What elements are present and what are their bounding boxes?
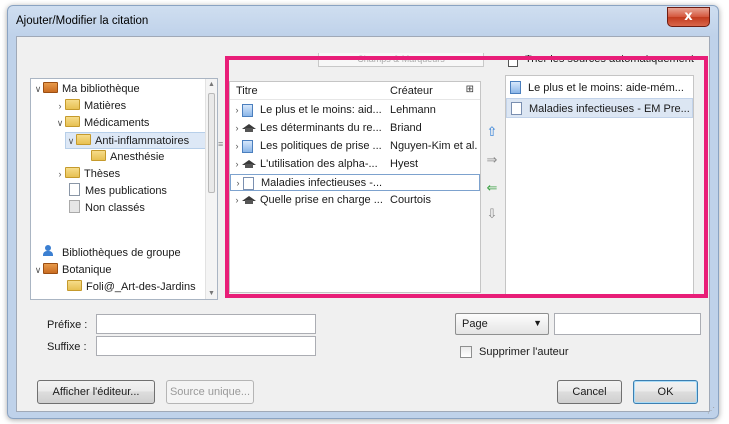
- tree-item-medicaments[interactable]: ∨ Médicaments: [55, 115, 149, 132]
- tree-item-anesthesie[interactable]: Anesthésie: [91, 149, 164, 166]
- column-creator[interactable]: Créateur: [390, 85, 433, 97]
- scrollbar-thumb[interactable]: [208, 93, 215, 193]
- library-icon: [43, 263, 58, 274]
- prefix-label: Préfixe :: [47, 319, 88, 331]
- thesis-icon: [242, 158, 256, 170]
- document-icon: [511, 102, 522, 115]
- suppress-author-label: Supprimer l'auteur: [479, 346, 569, 358]
- library-icon: [43, 82, 58, 93]
- folder-icon: [76, 134, 91, 145]
- locator-type-select[interactable]: Page ▼: [455, 313, 549, 335]
- tree-scrollbar[interactable]: ▲ ▼: [205, 79, 217, 299]
- item-row[interactable]: › L'utilisation des alpha-... Hyest: [230, 156, 480, 173]
- move-down-icon[interactable]: ⇩: [485, 207, 499, 222]
- suffix-input[interactable]: [96, 336, 316, 356]
- item-row[interactable]: › Quelle prise en charge ... Courtois: [230, 192, 480, 209]
- cancel-button[interactable]: Cancel: [557, 380, 622, 404]
- title-bar[interactable]: Ajouter/Modifier la citation x: [8, 6, 718, 36]
- item-row[interactable]: › Le plus et le moins: aid... Lehmann: [230, 102, 480, 119]
- collapse-icon[interactable]: ›: [233, 175, 243, 192]
- auto-sort-checkbox[interactable]: [508, 57, 518, 67]
- book-icon: [242, 140, 253, 153]
- move-up-icon[interactable]: ⇧: [485, 125, 499, 140]
- close-button[interactable]: x: [667, 7, 710, 27]
- pane-splitter[interactable]: ≡: [218, 139, 223, 149]
- collapse-icon[interactable]: ›: [55, 166, 65, 183]
- auto-sort-option[interactable]: Trier les sources automatiquement: [506, 55, 702, 67]
- tree-item-anti-inflammatoires[interactable]: ∨ Anti-inflammatoires: [65, 132, 207, 149]
- scroll-down-icon[interactable]: ▼: [208, 290, 215, 297]
- resize-grip-icon[interactable]: ⋰: [707, 406, 715, 415]
- item-row[interactable]: › Maladies infectieuses -...: [230, 174, 480, 191]
- folder-icon: [65, 167, 80, 178]
- folder-icon: [91, 150, 106, 161]
- remove-source-icon[interactable]: ⇐: [485, 181, 499, 196]
- dialog-title: Ajouter/Modifier la citation: [16, 15, 149, 27]
- scroll-up-icon[interactable]: ▲: [208, 81, 215, 88]
- book-icon: [510, 81, 521, 94]
- single-source-button[interactable]: Source unique...: [166, 380, 254, 404]
- collapse-icon[interactable]: ›: [232, 138, 242, 155]
- selected-source-item[interactable]: Maladies infectieuses - EM Pre...: [506, 98, 693, 118]
- suffix-label: Suffixe :: [47, 341, 87, 353]
- chevron-down-icon: ▼: [533, 318, 542, 328]
- tree-item-foli-art-des-jardins[interactable]: Foli@_Art-des-Jardins: [67, 279, 196, 296]
- add-source-icon[interactable]: ⇒: [485, 153, 499, 168]
- thesis-icon: [242, 122, 256, 134]
- expand-icon[interactable]: ∨: [55, 115, 65, 132]
- items-list[interactable]: Titre Créateur ⊞ › Le plus et le moins: …: [229, 81, 481, 293]
- library-tree[interactable]: ∨ Ma bibliothèque › Matières ∨ Médicaments …: [30, 78, 218, 300]
- document-icon: [243, 177, 254, 190]
- close-icon: x: [684, 9, 693, 24]
- group-icon: [43, 245, 58, 257]
- expand-icon[interactable]: ∨: [66, 133, 76, 150]
- thesis-icon: [242, 194, 256, 206]
- ok-button[interactable]: OK: [633, 380, 698, 404]
- collapse-icon[interactable]: ›: [55, 98, 65, 115]
- document-icon: [69, 183, 80, 196]
- folder-icon: [65, 116, 80, 127]
- tree-item-unfiled[interactable]: Non classés: [69, 200, 145, 217]
- column-title[interactable]: Titre: [236, 85, 258, 97]
- collapse-icon[interactable]: ›: [232, 102, 242, 119]
- item-row[interactable]: › Les déterminants du re... Briand: [230, 120, 480, 137]
- unfiled-icon: [69, 200, 80, 213]
- tree-item-my-publications[interactable]: Mes publications: [69, 183, 167, 200]
- locator-input[interactable]: [554, 313, 701, 335]
- items-list-header: Titre Créateur ⊞: [230, 82, 480, 100]
- tree-item-my-library[interactable]: ∨ Ma bibliothèque: [33, 81, 140, 98]
- folder-icon: [67, 280, 82, 291]
- selected-source-item[interactable]: Le plus et le moins: aide-mém...: [506, 78, 693, 98]
- prefix-input[interactable]: [96, 314, 316, 334]
- tree-item-group-libraries[interactable]: Bibliothèques de groupe: [43, 245, 181, 262]
- selected-sources-list[interactable]: Le plus et le moins: aide-mém... Maladie…: [505, 75, 694, 295]
- item-row[interactable]: › Les politiques de prise ... Nguyen-Kim…: [230, 138, 480, 155]
- show-editor-button[interactable]: Afficher l'éditeur...: [37, 380, 155, 404]
- tree-item-theses[interactable]: › Thèses: [55, 166, 120, 183]
- tree-item-matieres[interactable]: › Matières: [55, 98, 126, 115]
- suppress-author-checkbox[interactable]: [460, 346, 472, 358]
- folder-icon: [65, 99, 80, 110]
- tree-item-botanique[interactable]: ∨ Botanique: [33, 262, 112, 279]
- expand-icon[interactable]: ∨: [33, 81, 43, 98]
- book-icon: [242, 104, 253, 117]
- column-picker-icon[interactable]: ⊞: [466, 84, 474, 95]
- collapse-icon[interactable]: ›: [232, 156, 242, 173]
- fields-tags-header: Champs & Marqueurs: [318, 53, 484, 67]
- collapse-icon[interactable]: ›: [232, 192, 242, 209]
- expand-icon[interactable]: ∨: [33, 262, 43, 279]
- collapse-icon[interactable]: ›: [232, 120, 242, 137]
